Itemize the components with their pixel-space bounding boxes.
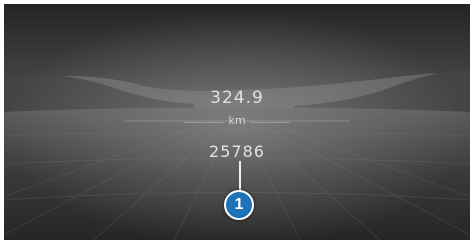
instrument-display: 324.9 km 25786 1 bbox=[4, 4, 470, 240]
total-distance-value: 25786 bbox=[209, 142, 265, 161]
unit-row: km bbox=[184, 114, 290, 130]
unit-divider-right bbox=[250, 122, 290, 123]
callout-number-badge: 1 bbox=[224, 190, 254, 220]
callout-pointer-line bbox=[239, 161, 241, 191]
trip-distance-value: 324.9 bbox=[210, 88, 264, 108]
distance-unit-label: km bbox=[228, 114, 246, 127]
